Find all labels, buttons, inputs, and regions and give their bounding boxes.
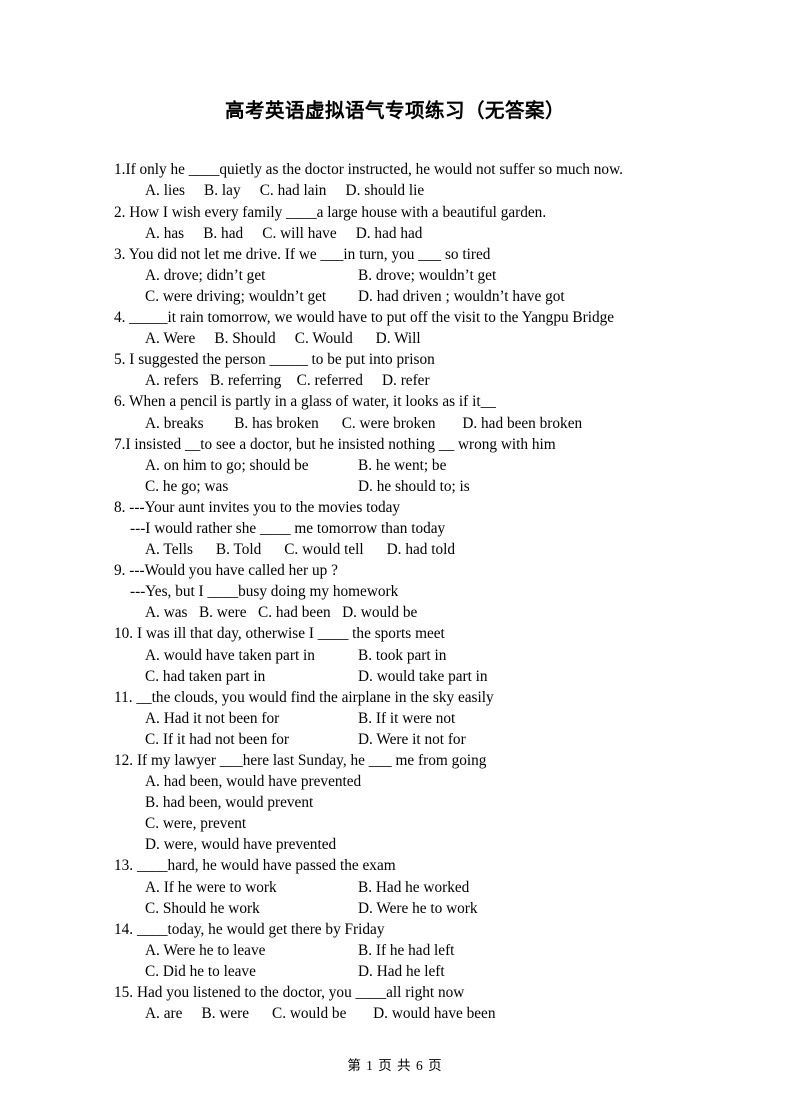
question-stem: 5. I suggested the person _____ to be pu… (114, 351, 435, 369)
question-stem: 14. ____today, he would get there by Fri… (114, 920, 385, 938)
option-row[interactable]: A. drove; didn’t get B. drove; wouldn’t g… (114, 265, 762, 286)
question-stem: 10. I was ill that day, otherwise I ____… (114, 625, 445, 643)
option-row[interactable]: C. If it had not been for D. Were it not … (114, 729, 762, 750)
option-row[interactable]: A. breaks B. has broken C. were broken D… (114, 413, 762, 434)
option-cell[interactable]: C. Should he work (145, 898, 358, 919)
question-item: 9. ---Would you have called her up ? ---Y… (114, 560, 762, 623)
option-row[interactable]: A. Were he to leave B. If he had left (114, 940, 762, 961)
option-row[interactable]: C. were driving; wouldn’t get D. had driv… (114, 286, 762, 307)
option-cell[interactable]: D. Had he left (358, 961, 445, 982)
question-stem: 4. _____it rain tomorrow, we would have … (114, 309, 615, 327)
option-cell[interactable]: A. Had it not been for (145, 708, 358, 729)
question-item: 13. ____hard, he would have passed the e… (114, 855, 762, 918)
page-title: 高考英语虚拟语气专项练习（无答案） (224, 101, 565, 122)
option-row[interactable]: D. were, would have prevented (114, 834, 762, 855)
question-item: 15. Had you listened to the doctor, you … (114, 982, 762, 1024)
question-stem: 12. If my lawyer ___here last Sunday, he… (114, 752, 487, 770)
option-cell[interactable]: B. Had he worked (358, 877, 469, 898)
option-cell[interactable]: C. were driving; wouldn’t get (145, 286, 358, 307)
question-item: 1.If only he ____quietly as the doctor i… (114, 159, 762, 201)
option-cell[interactable]: D. Were he to work (358, 898, 478, 919)
option-row[interactable]: C. he go; was D. he should to; is (114, 476, 762, 497)
question-item: 12. If my lawyer ___here last Sunday, he… (114, 750, 762, 855)
option-cell[interactable]: C. he go; was (145, 476, 358, 497)
option-row[interactable]: A. are B. were C. would be D. would have… (114, 1003, 762, 1024)
question-stem: 2. How I wish every family ____a large h… (114, 203, 547, 221)
question-stem: 9. ---Would you have called her up ? (114, 562, 338, 580)
question-item: 8. ---Your aunt invites you to the movie… (114, 497, 762, 560)
question-stem-continuation: ---Yes, but I ____busy doing my homework (130, 583, 399, 601)
document-page: 高考英语虚拟语气专项练习（无答案） 1.If only he ____quiet… (0, 0, 790, 1119)
question-stem: 3. You did not let me drive. If we ___in… (114, 245, 491, 263)
option-row[interactable]: A. refers B. referring C. referred D. re… (114, 370, 762, 391)
option-cell[interactable]: B. drove; wouldn’t get (358, 265, 496, 286)
question-item: 11. __the clouds, you would find the air… (114, 687, 762, 750)
option-row[interactable]: C. Should he work D. Were he to work (114, 898, 762, 919)
page-footer: 第 1 页 共 6 页 (347, 1058, 443, 1073)
question-item: 2. How I wish every family ____a large h… (114, 202, 762, 244)
option-cell[interactable]: D. would take part in (358, 666, 488, 687)
question-item: 4. _____it rain tomorrow, we would have … (114, 307, 762, 349)
question-item: 7.I insisted __to see a doctor, but he i… (114, 434, 762, 497)
question-stem: 7.I insisted __to see a doctor, but he i… (114, 435, 556, 453)
question-list: 1.If only he ____quietly as the doctor i… (0, 159, 790, 1024)
option-row[interactable]: A. had been, would have prevented (114, 771, 762, 792)
option-cell[interactable]: A. on him to go; should be (145, 455, 358, 476)
option-row[interactable]: A. has B. had C. will have D. had had (114, 223, 762, 244)
question-stem: 15. Had you listened to the doctor, you … (114, 984, 465, 1002)
option-row[interactable]: A. lies B. lay C. had lain D. should lie (114, 180, 762, 201)
option-row[interactable]: C. Did he to leave D. Had he left (114, 961, 762, 982)
option-cell[interactable]: B. If he had left (358, 940, 454, 961)
option-cell[interactable]: B. he went; be (358, 455, 446, 476)
question-item: 6. When a pencil is partly in a glass of… (114, 391, 762, 433)
option-row[interactable]: A. Tells B. Told C. would tell D. had to… (114, 539, 762, 560)
option-row[interactable]: A. Had it not been for B. If it were not (114, 708, 762, 729)
option-cell[interactable]: D. had driven ; wouldn’t have got (358, 286, 565, 307)
question-item: 3. You did not let me drive. If we ___in… (114, 244, 762, 307)
option-cell[interactable]: D. Were it not for (358, 729, 466, 750)
question-item: 5. I suggested the person _____ to be pu… (114, 349, 762, 391)
option-cell[interactable]: C. Did he to leave (145, 961, 358, 982)
question-stem: 13. ____hard, he would have passed the e… (114, 857, 396, 875)
option-cell[interactable]: C. had taken part in (145, 666, 358, 687)
question-stem: 8. ---Your aunt invites you to the movie… (114, 498, 401, 516)
option-row[interactable]: A. If he were to work B. Had he worked (114, 877, 762, 898)
option-row[interactable]: C. had taken part in D. would take part i… (114, 666, 762, 687)
question-stem: 1.If only he ____quietly as the doctor i… (114, 161, 623, 179)
option-row[interactable]: A. was B. were C. had been D. would be (114, 602, 762, 623)
option-row[interactable]: A. on him to go; should be B. he went; be (114, 455, 762, 476)
option-cell[interactable]: A. would have taken part in (145, 645, 358, 666)
option-row[interactable]: A. would have taken part in B. took part … (114, 645, 762, 666)
option-row[interactable]: A. Were B. Should C. Would D. Will (114, 328, 762, 349)
option-cell[interactable]: A. drove; didn’t get (145, 265, 358, 286)
option-row[interactable]: C. were, prevent (114, 813, 762, 834)
question-stem: 6. When a pencil is partly in a glass of… (114, 393, 496, 411)
option-row[interactable]: B. had been, would prevent (114, 792, 762, 813)
option-cell[interactable]: A. If he were to work (145, 877, 358, 898)
question-item: 14. ____today, he would get there by Fri… (114, 919, 762, 982)
option-cell[interactable]: A. Were he to leave (145, 940, 358, 961)
question-stem: 11. __the clouds, you would find the air… (114, 688, 494, 706)
option-cell[interactable]: C. If it had not been for (145, 729, 358, 750)
option-cell[interactable]: B. took part in (358, 645, 446, 666)
question-item: 10. I was ill that day, otherwise I ____… (114, 623, 762, 686)
option-cell[interactable]: D. he should to; is (358, 476, 470, 497)
option-cell[interactable]: B. If it were not (358, 708, 455, 729)
question-stem-continuation: ---I would rather she ____ me tomorrow t… (130, 519, 446, 537)
